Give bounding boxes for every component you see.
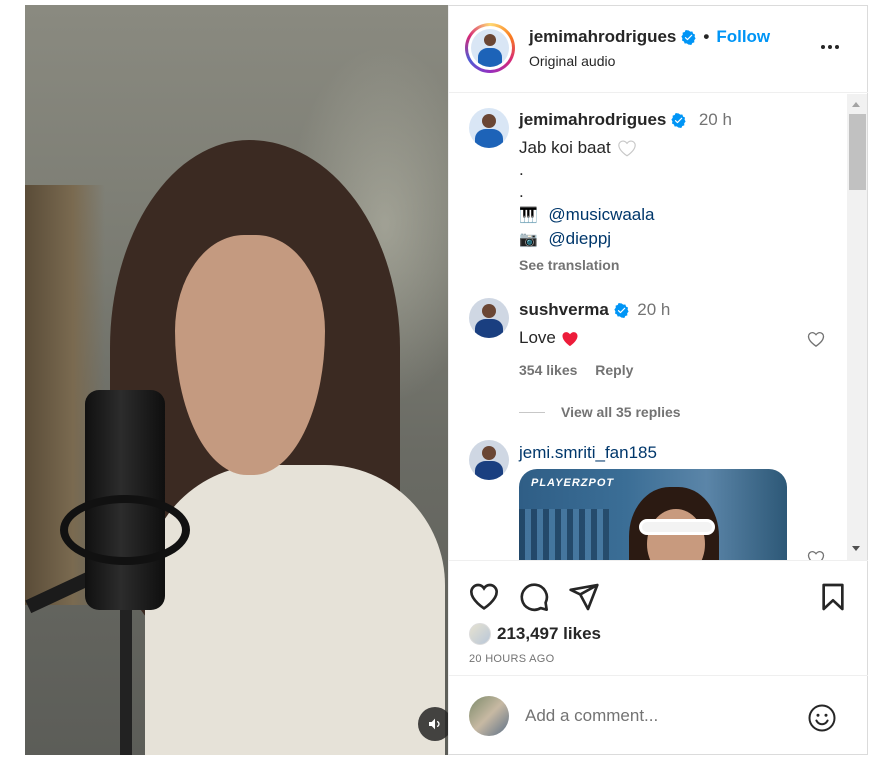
avatar[interactable]: [469, 298, 509, 338]
comment-time[interactable]: 20 h: [637, 300, 670, 319]
add-comment-bar: [449, 675, 868, 755]
like-comment-icon[interactable]: [807, 549, 825, 560]
scroll-down-arrow[interactable]: [852, 546, 860, 551]
avatar[interactable]: [471, 29, 509, 67]
comment-meta: 354 likes Reply: [519, 362, 647, 378]
caption-camera-line: 📷 @dieppj: [519, 229, 611, 249]
avatar: [469, 696, 509, 736]
post-author: jemimahrodrigues • Follow: [529, 27, 770, 47]
video-subject-shirt: [145, 465, 445, 755]
volume-icon: [429, 718, 440, 730]
caption-text: Jab koi baat: [519, 138, 637, 158]
likes-count[interactable]: 213,497 likes: [497, 624, 601, 644]
scroll-up-arrow[interactable]: [852, 102, 860, 107]
verified-icon: [614, 302, 629, 318]
comment-username[interactable]: jemi.smriti_fan185: [519, 443, 657, 463]
media-brand-label: PLAYERZPOT: [531, 477, 615, 489]
see-translation-button[interactable]: See translation: [519, 257, 619, 273]
comments-list[interactable]: jemimahrodrigues 20 h Jab koi baat . . 🎹…: [449, 94, 868, 560]
verified-icon: [681, 29, 696, 45]
scrollbar-thumb[interactable]: [849, 114, 866, 190]
caption-username[interactable]: jemimahrodrigues: [519, 110, 686, 130]
camera-icon: 📷: [519, 231, 538, 248]
post-side-panel: jemimahrodrigues • Follow Original audio…: [448, 5, 868, 755]
share-icon[interactable]: [568, 581, 600, 613]
post-actions: 213,497 likes 20 HOURS AGO: [449, 560, 868, 675]
caption-line: Jab koi baat: [519, 138, 611, 157]
likes-row[interactable]: 213,497 likes: [469, 623, 601, 645]
author-username[interactable]: jemimahrodrigues: [529, 27, 676, 47]
reel-video[interactable]: [25, 5, 448, 755]
microphone-shock-mount: [60, 495, 190, 565]
comment-text: Love: [519, 328, 579, 348]
microphone-stand: [120, 605, 132, 755]
more-icon: [821, 45, 825, 49]
volume-button[interactable]: [418, 707, 448, 741]
mention-link[interactable]: @dieppj: [548, 229, 611, 248]
view-replies-label: View all 35 replies: [561, 404, 681, 420]
comment-likes[interactable]: 354 likes: [519, 362, 577, 378]
comment-header: sushverma 20 h: [519, 300, 670, 320]
separator-dot: •: [703, 27, 710, 46]
avatar[interactable]: [469, 440, 509, 480]
caption-header: jemimahrodrigues 20 h: [519, 110, 732, 130]
heart-icon[interactable]: [468, 581, 500, 613]
avatar: [469, 623, 491, 645]
bookmark-icon[interactable]: [817, 581, 849, 613]
red-heart-icon: [562, 331, 578, 346]
comment-media[interactable]: PLAYERZPOT: [519, 469, 787, 560]
more-options-button[interactable]: [821, 45, 839, 49]
comment-input[interactable]: [525, 706, 795, 726]
comment-header: jemi.smriti_fan185: [519, 443, 657, 463]
comment-body: Love: [519, 328, 556, 347]
view-replies-button[interactable]: View all 35 replies: [519, 404, 681, 420]
piano-icon: 🎹: [519, 207, 538, 224]
mention-link[interactable]: @musicwaala: [548, 205, 654, 224]
caption-time[interactable]: 20 h: [699, 110, 732, 129]
avatar[interactable]: [469, 108, 509, 148]
audio-link[interactable]: Original audio: [529, 53, 615, 69]
like-comment-icon[interactable]: [807, 330, 825, 348]
caption-dot: .: [519, 182, 524, 201]
caption-music-line: 🎹 @musicwaala: [519, 205, 655, 225]
comment-icon[interactable]: [518, 581, 550, 613]
verified-icon: [671, 112, 686, 128]
white-heart-icon: [617, 140, 636, 157]
caption-dot: .: [519, 160, 524, 179]
follow-button[interactable]: Follow: [716, 27, 770, 47]
comment-username[interactable]: sushverma: [519, 300, 629, 320]
emoji-icon[interactable]: [807, 703, 837, 733]
story-ring[interactable]: [465, 23, 515, 73]
post-timestamp[interactable]: 20 HOURS AGO: [469, 653, 555, 665]
reply-button[interactable]: Reply: [595, 362, 633, 378]
divider: [519, 411, 545, 413]
post-header: jemimahrodrigues • Follow Original audio: [449, 5, 868, 93]
